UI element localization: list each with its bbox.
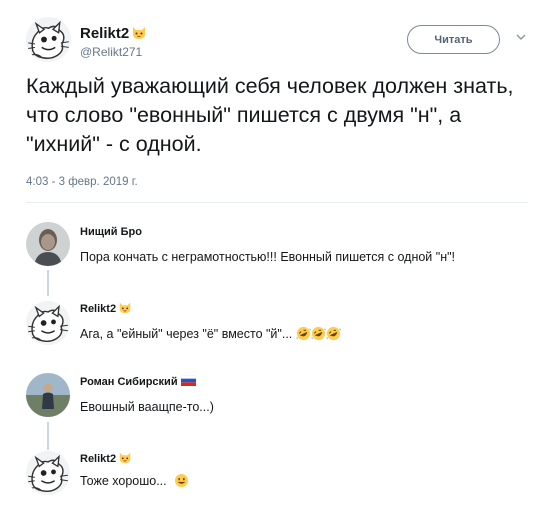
reply-author[interactable]: Relikt2: [80, 450, 132, 465]
grinning-face-icon: [174, 473, 189, 488]
reply-avatar-relikt[interactable]: [26, 451, 70, 495]
reply-text: Тоже хорошо...: [80, 474, 167, 488]
reply-author-name[interactable]: Нищий Бро: [80, 226, 142, 238]
rolling-laughing-icon: [326, 326, 341, 341]
reply-author[interactable]: Роман Сибирский: [80, 375, 196, 388]
reply-author[interactable]: Relikt2: [80, 300, 132, 315]
russia-flag-icon: [180, 375, 196, 386]
relikt-avatar-image: [26, 301, 70, 345]
relikt-avatar-image: [26, 17, 71, 62]
tweet-timestamp[interactable]: 4:03 - 3 февр. 2019 г.: [26, 176, 138, 188]
cat-face-icon: [131, 24, 147, 40]
reply-text: Ага, а "ейный" через "ё" вместо "й"...: [80, 327, 293, 341]
rolling-laughing-icon: [296, 326, 311, 341]
author-name[interactable]: Relikt2: [80, 24, 147, 42]
reply-author-name: Relikt2: [80, 453, 117, 465]
reply-avatar-roman[interactable]: [26, 373, 70, 417]
cat-face-icon: [118, 300, 132, 314]
divider: [26, 202, 528, 203]
reply-text: Евошный ваащпе-то...): [80, 400, 214, 414]
reply-text-line: Тоже хорошо...: [80, 473, 189, 488]
roman-avatar-image: [26, 373, 70, 417]
reply-text: Пора кончать с неграмотностью!!! Евонный…: [80, 250, 456, 264]
thread-line: [47, 270, 49, 296]
tweet-text: Каждый уважающий себя человек должен зна…: [26, 74, 514, 156]
cat-face-icon: [118, 450, 132, 464]
reply-avatar-nishchiy[interactable]: [26, 222, 70, 266]
rolling-laughing-icon: [311, 326, 326, 341]
follow-button[interactable]: Читать: [407, 25, 500, 54]
chevron-down-icon[interactable]: [516, 34, 526, 41]
reply-author-name: Роман Сибирский: [80, 376, 178, 388]
reply-author-name: Relikt2: [80, 303, 117, 315]
author-name-text: Relikt2: [80, 25, 130, 42]
author-handle[interactable]: @Relikt271: [80, 45, 142, 59]
relikt-avatar-image: [26, 451, 70, 495]
reply-text-line: Ага, а "ейный" через "ё" вместо "й"...: [80, 326, 341, 341]
author-avatar[interactable]: [26, 17, 71, 62]
thread-line: [47, 422, 49, 450]
reply-avatar-relikt[interactable]: [26, 301, 70, 345]
nishchiy-avatar-image: [26, 222, 70, 266]
